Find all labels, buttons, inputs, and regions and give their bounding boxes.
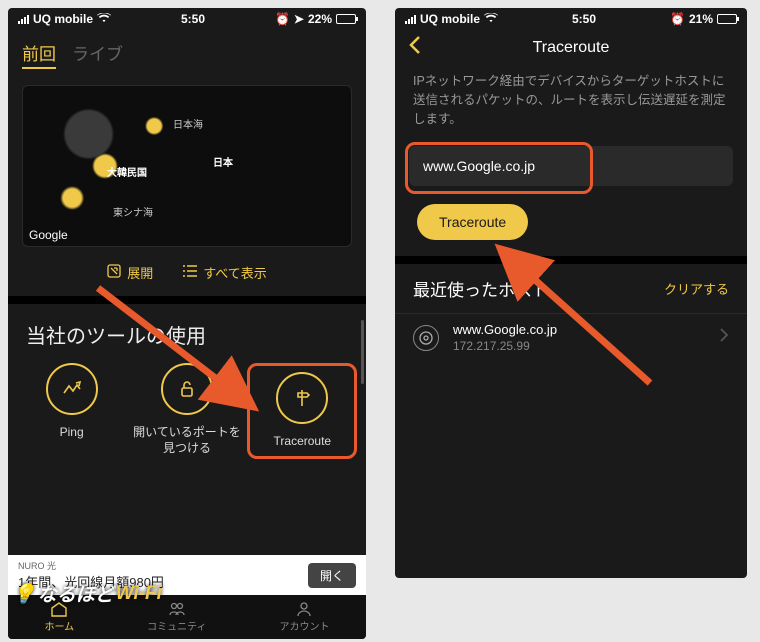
map-label-japan-sea: 日本海 — [173, 116, 203, 131]
wifi-icon — [97, 12, 111, 26]
carrier-label: UQ mobile — [420, 12, 480, 26]
nav-account-label: アカウント — [279, 618, 329, 633]
wifi-icon — [484, 12, 498, 26]
divider — [8, 296, 366, 304]
target-icon — [413, 325, 439, 351]
watermark-text-b: Wi-Fi — [116, 583, 162, 605]
account-icon — [295, 601, 313, 617]
ping-icon — [46, 363, 98, 415]
recent-hosts-title: 最近使ったホスト — [413, 276, 549, 301]
clock: 5:50 — [181, 12, 205, 26]
recent-hosts-header: 最近使ったホスト クリアする — [395, 264, 747, 313]
divider — [395, 256, 747, 264]
show-all-button[interactable]: すべて表示 — [183, 263, 267, 282]
status-bar: UQ mobile 5:50 ⏰ 21% — [395, 8, 747, 30]
expand-icon — [107, 264, 121, 281]
show-all-label: すべて表示 — [203, 263, 267, 282]
battery-pct: 22% — [308, 12, 332, 26]
battery-icon — [717, 14, 737, 24]
map-label-japan: 日本 — [213, 154, 233, 169]
list-icon — [183, 265, 197, 280]
nav-community-label: コミュニティ — [147, 618, 206, 633]
location-icon: ➤ — [294, 12, 304, 26]
host-input[interactable]: www.Google.co.jp — [409, 146, 733, 186]
alarm-icon: ⏰ — [670, 12, 685, 26]
traceroute-button[interactable]: Traceroute — [417, 204, 528, 240]
description-text: IPネットワーク経由でデバイスからターゲットホストに送信されるパケットの、ルート… — [395, 66, 747, 142]
expand-label: 展開 — [127, 263, 153, 282]
expand-button[interactable]: 展開 — [107, 263, 153, 282]
host-input-value: www.Google.co.jp — [423, 158, 535, 174]
screen-traceroute: UQ mobile 5:50 ⏰ 21% Traceroute IPネットワーク… — [395, 8, 747, 578]
tools-row: Ping 開いているポートを見つける Traceroute — [8, 359, 366, 477]
signal-icon — [405, 15, 416, 24]
screen-header: Traceroute — [395, 30, 747, 66]
signpost-icon — [276, 372, 328, 424]
map-card[interactable]: 日本海 大韓民国 日本 東シナ海 Google — [22, 85, 352, 247]
recent-host-item[interactable]: www.Google.co.jp 172.217.25.99 — [395, 313, 747, 361]
battery-pct: 21% — [689, 12, 713, 26]
watermark: 💡 なるほど Wi-Fi — [12, 580, 162, 607]
chevron-right-icon — [719, 327, 729, 348]
clear-button[interactable]: クリアする — [664, 279, 729, 298]
community-icon — [168, 601, 186, 617]
tab-previous[interactable]: 前回 — [22, 40, 56, 69]
map-actions: 展開 すべて表示 — [8, 253, 366, 296]
nav-account[interactable]: アカウント — [279, 601, 329, 633]
open-ports-label: 開いているポートを見つける — [132, 425, 242, 456]
watermark-text-a: なるほど — [38, 580, 114, 607]
tool-open-ports[interactable]: 開いているポートを見つける — [132, 363, 242, 459]
screen-title: Traceroute — [395, 39, 747, 57]
map-label-east-china: 東シナ海 — [113, 204, 153, 219]
ping-label: Ping — [60, 425, 84, 441]
tool-traceroute[interactable]: Traceroute — [247, 363, 357, 459]
alarm-icon: ⏰ — [275, 12, 290, 26]
tool-ping[interactable]: Ping — [17, 363, 127, 459]
recent-host-ip: 172.217.25.99 — [453, 339, 705, 353]
scrollbar[interactable] — [361, 320, 364, 384]
carrier-label: UQ mobile — [33, 12, 93, 26]
status-bar: UQ mobile 5:50 ⏰ ➤ 22% — [8, 8, 366, 30]
clock: 5:50 — [572, 12, 596, 26]
signal-icon — [18, 15, 29, 24]
home-tabs: 前回 ライブ — [8, 30, 366, 79]
ad-brand: NURO 光 — [18, 559, 164, 572]
traceroute-label: Traceroute — [274, 434, 332, 450]
map-attribution: Google — [29, 228, 68, 242]
screen-home: UQ mobile 5:50 ⏰ ➤ 22% 前回 ライブ 日本海 大韓民国 日… — [8, 8, 366, 639]
tools-heading: 当社のツールの使用 — [8, 304, 366, 359]
map-label-korea: 大韓民国 — [107, 164, 147, 179]
nav-home-label: ホーム — [44, 618, 74, 633]
recent-host-name: www.Google.co.jp — [453, 322, 705, 337]
bulb-icon: 💡 — [12, 582, 36, 606]
ad-open-button[interactable]: 開く — [308, 563, 356, 588]
battery-icon — [336, 14, 356, 24]
lock-open-icon — [161, 363, 213, 415]
tab-live[interactable]: ライブ — [72, 40, 123, 69]
